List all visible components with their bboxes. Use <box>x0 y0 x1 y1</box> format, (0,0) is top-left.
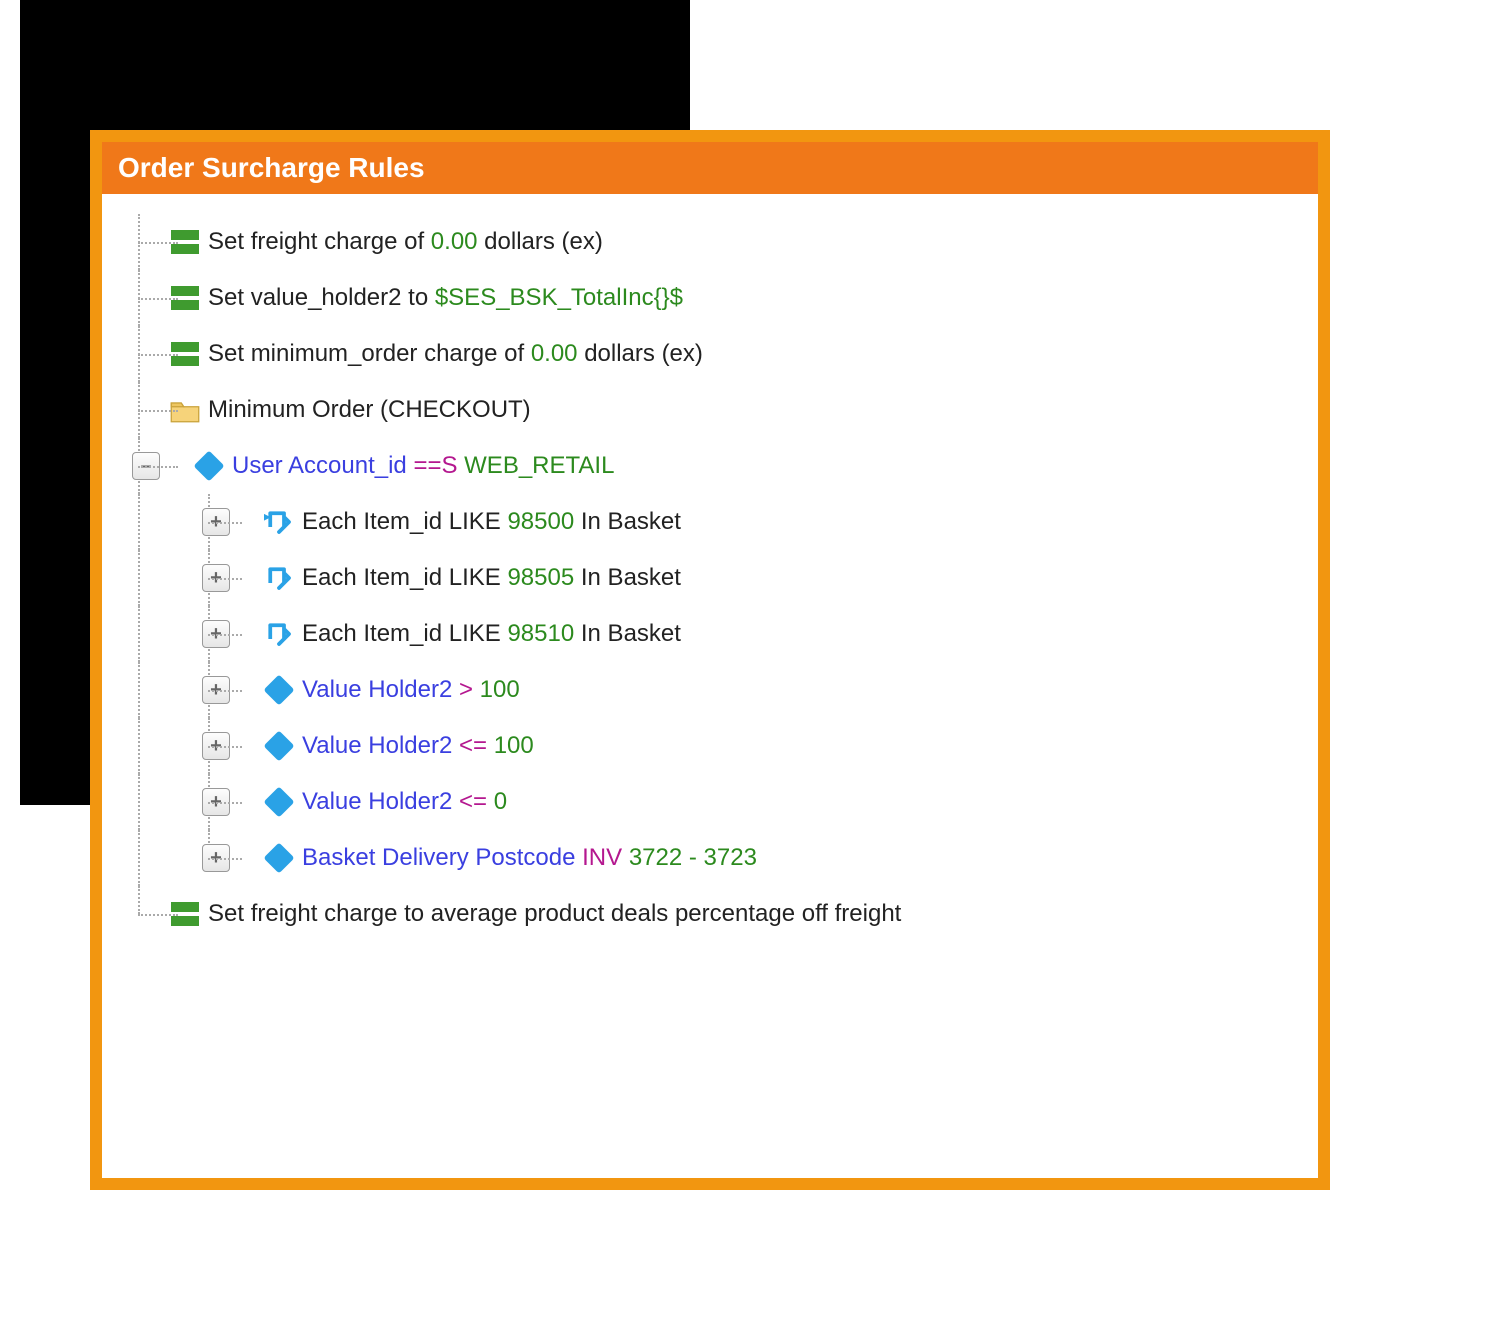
loop-icon <box>264 563 294 593</box>
rule-subject: Value Holder2 <box>302 732 459 760</box>
rule-operator: INV <box>582 844 629 872</box>
tree-node-value-holder-gt[interactable]: + Value Holder2 > 100 <box>116 662 1304 718</box>
tree-node-folder-min-order[interactable]: Minimum Order (CHECKOUT) <box>116 382 1304 438</box>
rule-text: dollars (ex) <box>478 228 603 256</box>
expand-toggle[interactable]: + <box>202 732 230 760</box>
rule-operator: <= <box>459 732 494 760</box>
tree-node-each-item-98500[interactable]: + Each Item_id LIKE 98500 In Basket <box>116 494 1304 550</box>
rule-text: In Basket <box>574 620 681 648</box>
rule-value: 100 <box>480 676 520 704</box>
rule-subject: Value Holder2 <box>302 788 459 816</box>
condition-icon <box>194 455 224 477</box>
rule-value: 0.00 <box>531 340 578 368</box>
rule-value: 98500 <box>507 508 574 536</box>
tree-node-set-value-holder[interactable]: Set value_holder2 to $SES_BSK_TotalInc{}… <box>116 270 1304 326</box>
expand-toggle[interactable]: + <box>202 676 230 704</box>
expand-toggle[interactable]: + <box>202 788 230 816</box>
rule-text: Set freight charge of <box>208 228 431 256</box>
panel-body: Set freight charge of 0.00 dollars (ex) … <box>102 194 1318 956</box>
rule-text: Each Item_id LIKE <box>302 508 507 536</box>
set-action-icon <box>170 342 200 366</box>
rule-value: $SES_BSK_TotalInc{}$ <box>435 284 683 312</box>
rule-value: 100 <box>494 732 534 760</box>
set-action-icon <box>170 230 200 254</box>
expand-toggle[interactable]: + <box>202 844 230 872</box>
rule-text: In Basket <box>574 508 681 536</box>
tree-node-each-item-98505[interactable]: + Each Item_id LIKE 98505 In Basket <box>116 550 1304 606</box>
rule-operator: <= <box>459 788 494 816</box>
condition-icon <box>264 791 294 813</box>
expand-toggle[interactable]: + <box>202 564 230 592</box>
folder-icon <box>170 398 200 423</box>
tree-node-user-account[interactable]: – User Account_id ==S WEB_RETAIL <box>116 438 1304 494</box>
panel-title: Order Surcharge Rules <box>102 142 1318 194</box>
tree-node-set-freight-avg[interactable]: Set freight charge to average product de… <box>116 886 1304 942</box>
rule-text: Set value_holder2 to <box>208 284 435 312</box>
tree-node-set-freight[interactable]: Set freight charge of 0.00 dollars (ex) <box>116 214 1304 270</box>
tree-node-value-holder-lte-0[interactable]: + Value Holder2 <= 0 <box>116 774 1304 830</box>
condition-icon <box>264 847 294 869</box>
rule-operator: ==S <box>413 452 464 480</box>
rule-operator: > <box>459 676 480 704</box>
tree-node-each-item-98510[interactable]: + Each Item_id LIKE 98510 In Basket <box>116 606 1304 662</box>
condition-icon <box>264 735 294 757</box>
loop-icon <box>264 619 294 649</box>
rules-tree: Set freight charge of 0.00 dollars (ex) … <box>116 214 1304 942</box>
rule-text: In Basket <box>574 564 681 592</box>
rule-text: Each Item_id LIKE <box>302 564 507 592</box>
collapse-toggle[interactable]: – <box>132 452 160 480</box>
tree-node-set-min-order[interactable]: Set minimum_order charge of 0.00 dollars… <box>116 326 1304 382</box>
expand-toggle[interactable]: + <box>202 620 230 648</box>
tree-node-value-holder-lte-100[interactable]: + Value Holder2 <= 100 <box>116 718 1304 774</box>
rule-text: Set minimum_order charge of <box>208 340 531 368</box>
rule-subject: Value Holder2 <box>302 676 459 704</box>
rule-subject: User Account_id <box>232 452 413 480</box>
rule-text: dollars (ex) <box>578 340 703 368</box>
rule-subject: Basket Delivery Postcode <box>302 844 582 872</box>
rules-panel: Order Surcharge Rules Set freight charge… <box>90 130 1330 1190</box>
loop-icon <box>264 507 294 537</box>
rule-value: 98505 <box>507 564 574 592</box>
rule-value: 0 <box>494 788 507 816</box>
set-action-icon <box>170 286 200 310</box>
rule-value: 98510 <box>507 620 574 648</box>
rule-value: 0.00 <box>431 228 478 256</box>
rule-text: Minimum Order (CHECKOUT) <box>208 396 531 424</box>
set-action-icon <box>170 902 200 926</box>
rule-text: Each Item_id LIKE <box>302 620 507 648</box>
rule-value: WEB_RETAIL <box>464 452 614 480</box>
condition-icon <box>264 679 294 701</box>
tree-node-postcode[interactable]: + Basket Delivery Postcode INV 3722 - 37… <box>116 830 1304 886</box>
rule-value: 3722 - 3723 <box>629 844 757 872</box>
rule-text: Set freight charge to average product de… <box>208 900 901 928</box>
expand-toggle[interactable]: + <box>202 508 230 536</box>
